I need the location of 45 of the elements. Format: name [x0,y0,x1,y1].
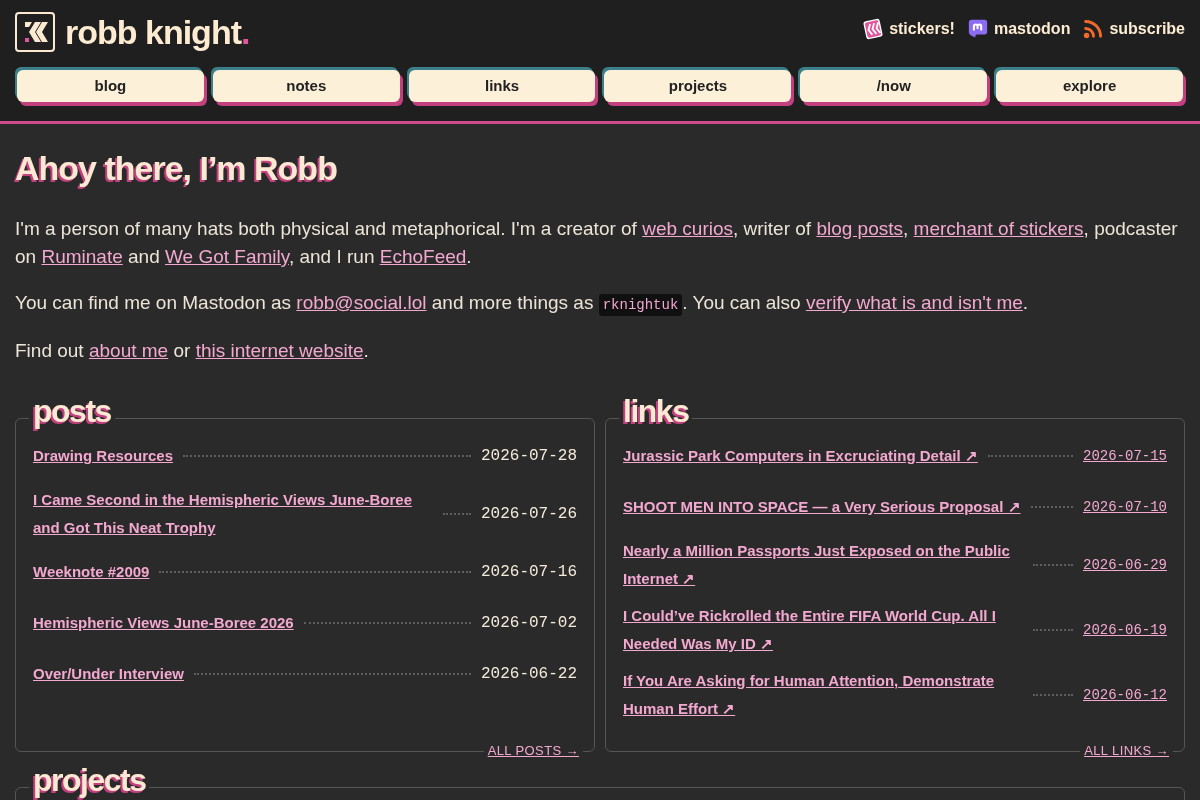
text-link[interactable]: Ruminate [41,246,123,267]
rss-feed-icon [1082,18,1105,40]
entry-date: 2026-07-02 [481,614,577,632]
text-link[interactable]: web curios [642,218,733,239]
header-link[interactable]: mastodon [966,18,1071,40]
entry-link[interactable]: Drawing Resources [33,442,174,470]
text-link[interactable]: this internet website [195,340,364,361]
username-code: rknightuk [598,294,683,316]
view-all-link[interactable]: ALL LINKS → [1080,743,1173,759]
entry-link[interactable]: If You Are Asking for Human Attention, Demonstrate Human Effort ↗ [623,667,1023,723]
intro-paragraph: I'm a person of many hats both physical and metaphorical. I'm a creator of web curios, writer of blog posts, merchant of stickers, podcaster on Ruminate and We Got Family, and I run EchoFeed. [15,217,1179,269]
view-all-link[interactable]: ALL POSTS → [483,743,583,759]
intro-paragraph: Find out about me or this internet website. [15,339,370,363]
text-link[interactable]: blog posts [816,218,904,239]
text-link[interactable]: merchant of stickers [913,218,1084,239]
entry-date: 2026-07-16 [481,563,577,581]
page-heading: Ahoy there, I’m Robb [15,150,338,186]
logo-icon [15,12,55,52]
entry-link[interactable]: Jurassic Park Computers in Excruciating Detail ↗ [623,442,978,470]
header-link[interactable]: stickers! [862,18,955,40]
date-link[interactable]: 2026-07-10 [1083,499,1167,515]
date-link[interactable]: 2026-07-15 [1083,448,1167,464]
entry-date: 2026-06-22 [481,665,577,683]
entry-link[interactable]: I Came Second in the Hemispheric Views June-Boree and Got This Neat Trophy [33,486,433,542]
entry-date: 2026-07-28 [481,447,577,465]
entry-link[interactable]: Weeknote #2009 [33,558,150,586]
entry-link[interactable]: Nearly a Million Passports Just Exposed on the Public Internet ↗ [623,537,1023,593]
text-link[interactable]: We Got Family [165,246,289,267]
chat-bubble-icon [966,18,989,40]
site-title[interactable]: robb knight. [65,13,250,51]
date-link[interactable]: 2026-06-19 [1083,622,1167,638]
entry-link[interactable]: I Could’ve Rickrolled the Entire FIFA World Cup. All I Needed Was My ID ↗ [623,602,1023,658]
text-link[interactable]: robb@social.lol [296,292,427,313]
entry-link[interactable]: SHOOT MEN INTO SPACE — a Very Serious Proposal ↗ [623,493,1021,521]
entry-link[interactable]: Hemispheric Views June-Boree 2026 [33,609,294,637]
text-link[interactable]: EchoFeed [379,246,467,267]
entry-link[interactable]: Over/Under Interview [33,660,184,688]
sticker-icon [862,18,885,40]
intro-paragraph: You can find me on Mastodon as robb@social.lol and more things as rknightuk . You can also verify what is and isn't me. [15,289,1185,319]
text-link[interactable]: about me [88,340,169,361]
text-link[interactable]: verify what is and isn't me [805,292,1023,313]
header-link[interactable]: subscribe [1082,18,1185,40]
date-link[interactable]: 2026-06-29 [1083,557,1167,573]
date-link[interactable]: 2026-06-12 [1083,687,1167,703]
entry-date: 2026-07-26 [481,505,577,523]
